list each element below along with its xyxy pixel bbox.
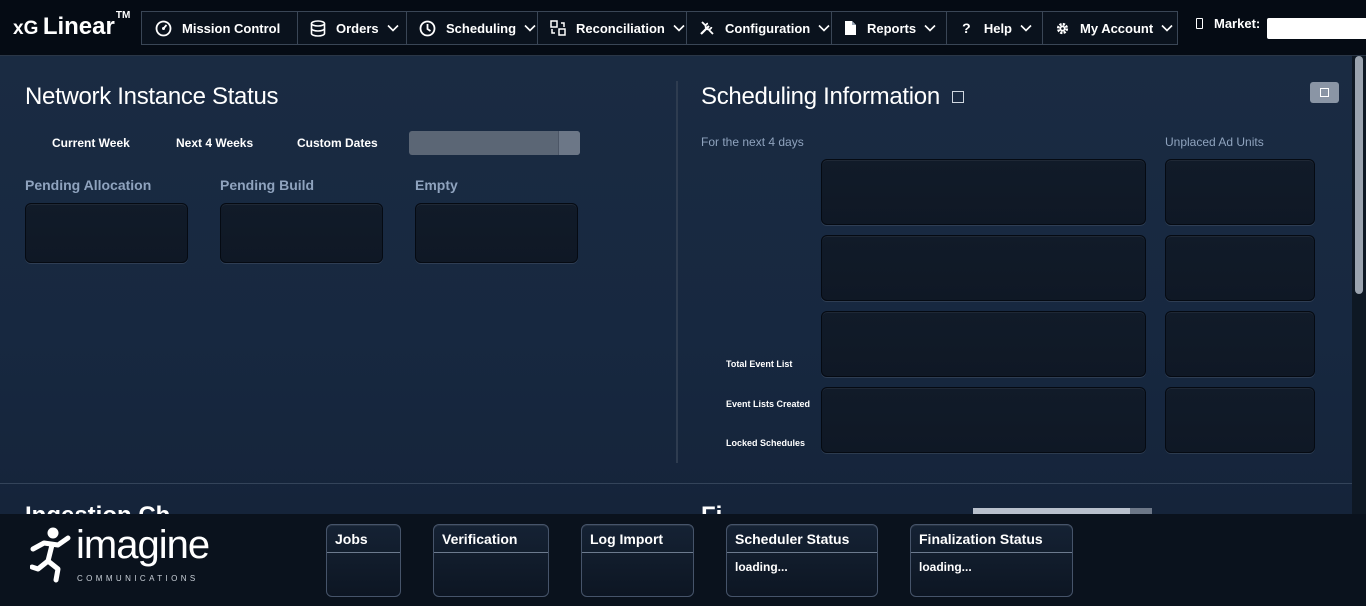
document-icon [844,19,857,37]
logo-name: Linear [42,13,115,40]
dashboard-main: Network Instance Status Current Week Nex… [0,56,1352,514]
main-nav: Mission Control Orders Scheduling Reconc… [141,11,1178,45]
vertical-scrollbar[interactable] [1352,56,1366,514]
chevron-down-icon [673,22,685,34]
question-icon: ? [962,20,971,36]
footer-bar: imagine COMMUNICATIONS Jobs Verification… [0,514,1366,606]
nav-mission-control[interactable]: Mission Control [141,11,298,45]
finalization-status-card[interactable]: Finalization Status loading... [910,524,1073,597]
tab-next-4-weeks[interactable]: Next 4 Weeks [176,136,253,150]
nav-label: My Account [1080,20,1154,36]
chevron-down-icon [924,22,936,34]
nav-label: Orders [336,20,379,36]
scheduling-info-title: Scheduling Information [701,83,940,110]
card-status: loading... [919,560,972,574]
event-lists-created-label: Event Lists Created [726,399,811,409]
card-status: loading... [735,560,788,574]
card-status [434,553,548,560]
unplaced-panel[interactable] [1165,159,1315,225]
nav-configuration[interactable]: Configuration [686,11,832,45]
card-status [327,553,400,560]
date-picker-button[interactable] [558,131,580,155]
unplaced-panel[interactable] [1165,387,1315,453]
nav-reports[interactable]: Reports [831,11,947,45]
empty-panel[interactable] [415,203,578,263]
chevron-down-icon [1161,22,1173,34]
brand-name: imagine [76,523,210,567]
nav-help[interactable]: ? Help [946,11,1043,45]
app-logo[interactable]: xG LinearTM [13,9,131,41]
pending-build-label: Pending Build [220,177,315,193]
card-title: Finalization Status [911,525,1072,553]
pending-allocation-label: Pending Allocation [25,177,152,193]
card-title: Jobs [327,525,400,553]
section-divider [0,483,1352,484]
runner-icon [30,527,71,583]
chevron-down-icon [524,22,536,34]
nav-my-account[interactable]: My Account [1042,11,1178,45]
scrollbar-thumb[interactable] [1355,56,1363,294]
nav-label: Mission Control [182,20,281,36]
chevron-down-icon [818,22,830,34]
nav-orders[interactable]: Orders [297,11,407,45]
expand-icon[interactable] [952,91,964,103]
logo-prefix: xG [13,18,39,39]
tab-custom-dates[interactable]: Custom Dates [297,136,378,150]
card-status [582,553,693,560]
unplaced-ad-units-label: Unplaced Ad Units [1165,135,1264,149]
unplaced-panel[interactable] [1165,235,1315,301]
scheduler-status-card[interactable]: Scheduler Status loading... [726,524,878,597]
market-label: Market: [1214,16,1261,31]
market-icon [1196,18,1203,29]
brand-subtitle: COMMUNICATIONS [77,574,199,583]
nav-label: Reconciliation [576,20,665,36]
verification-card[interactable]: Verification [433,524,549,597]
card-title: Verification [434,525,548,553]
nav-label: Help [983,20,1012,36]
partial-title-text: Fi [701,502,722,514]
maximize-button[interactable] [1310,82,1339,103]
ingestion-section-title: Ingestion Ch [25,502,225,514]
logo-trademark: TM [115,9,131,21]
schedule-panel[interactable] [821,235,1146,301]
nav-reconciliation[interactable]: Reconciliation [537,11,687,45]
schedule-panel[interactable] [821,311,1146,377]
schedule-panel[interactable] [821,159,1146,225]
nav-label: Reports [867,20,917,36]
nav-label: Configuration [725,20,811,36]
chevron-down-icon [1020,22,1032,34]
custom-date-input[interactable] [409,131,580,155]
dashboard-icon [154,19,172,37]
nav-scheduling[interactable]: Scheduling [406,11,538,45]
tools-icon [699,19,715,37]
partial-title-text: Ingestion Ch [25,502,170,514]
market-selector: Market: [1196,16,1260,31]
gear-icon [1055,19,1070,37]
empty-label: Empty [415,177,458,193]
database-icon [310,19,326,37]
top-bar: xG LinearTM Mission Control Orders Sched… [0,0,1366,56]
clock-icon [419,19,436,37]
unplaced-panel[interactable] [1165,311,1315,377]
reconcile-icon [550,19,566,37]
chevron-down-icon [387,22,399,34]
tab-current-week[interactable]: Current Week [52,136,130,150]
schedule-panel[interactable] [821,387,1146,453]
network-status-title: Network Instance Status [25,83,279,110]
pending-build-panel[interactable] [220,203,383,263]
card-title: Scheduler Status [727,525,877,553]
log-import-card[interactable]: Log Import [581,524,694,597]
locked-schedules-label: Locked Schedules [726,438,806,448]
column-divider [676,81,678,463]
market-input[interactable] [1267,18,1366,39]
scheduling-subtitle: For the next 4 days [701,135,804,149]
total-event-list-label: Total Event List [726,359,793,369]
jobs-card[interactable]: Jobs [326,524,401,597]
nav-label: Scheduling [446,20,517,36]
card-title: Log Import [582,525,693,553]
pending-allocation-panel[interactable] [25,203,188,263]
window-icon [1320,88,1329,97]
finalization-section-title: Fi [701,502,761,514]
